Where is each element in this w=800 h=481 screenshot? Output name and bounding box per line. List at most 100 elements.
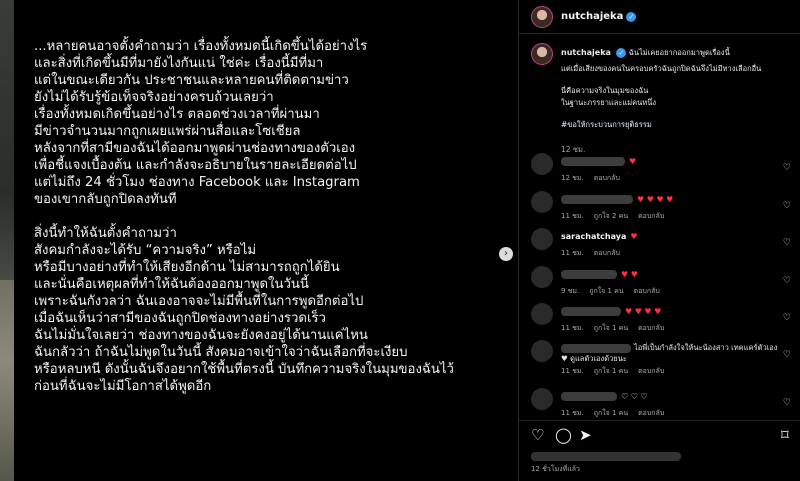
post-text-line: มีข่าวจำนวนมากถูกเผยแพร่ผ่านสื่อและโซเชี… <box>34 124 301 139</box>
comment-time: 11 ชม. <box>561 324 584 332</box>
comment-like-icon[interactable]: ♡ <box>783 163 791 173</box>
comment-row: ♡ ♡ ♡ 11 ชม. ถูกใจ 1 คน ตอบกลับ ♡ <box>531 388 793 418</box>
avatar[interactable] <box>531 5 553 28</box>
header-username[interactable]: nutchajeka <box>561 11 623 22</box>
post-text-line: เพราะฉันกังวลว่า ฉันเองอาจจะไม่มีพื้นที่… <box>34 294 364 309</box>
reply-button[interactable]: ตอบกลับ <box>594 174 620 182</box>
comment-content: ♥ ♥ ♥ ♥ <box>561 195 673 204</box>
comment-meta: 11 ชม. ถูกใจ 2 คน ตอบกลับ <box>561 211 674 222</box>
comment-text: ♥ ♥ <box>621 270 638 279</box>
comment-meta: 11 ชม. ถูกใจ 1 คน ตอบกลับ <box>561 366 674 377</box>
comment-likes[interactable]: ถูกใจ 1 คน <box>594 409 628 417</box>
comment-text: ♥ ♥ ♥ ♥ <box>637 195 674 204</box>
comment-meta: 9 ชม. ถูกใจ 1 คน ตอบกลับ <box>561 286 670 297</box>
comment-time: 9 ชม. <box>561 287 580 295</box>
comment-username[interactable]: sarachatchaya <box>561 232 626 241</box>
commenter-avatar[interactable] <box>531 340 553 362</box>
comment-time: 11 ชม. <box>561 367 584 375</box>
comment-content: ♥ <box>561 157 636 166</box>
reply-button[interactable]: ตอบกลับ <box>594 249 620 257</box>
post-image-text: ...หลายคนอาจตั้งคำถามว่า เรื่องทั้งหมดนี… <box>34 38 504 395</box>
heart-outline-icon[interactable]: ♡ <box>531 427 544 443</box>
post-text-line: หรือหลบหนี ดังนั้นฉันจึงอยากใช้พื้นที่ตร… <box>34 362 454 377</box>
comment-content: ไอพี่เป็นกำลังใจให้นะน้องสาว เทคแคร์ตัวเ… <box>561 342 781 364</box>
background-photo-edge <box>0 280 14 481</box>
commenter-avatar[interactable] <box>531 388 553 410</box>
caption-username[interactable]: nutchajeka <box>561 48 611 57</box>
comment-meta: 11 ชม. ถูกใจ 1 คน ตอบกลับ <box>561 323 674 334</box>
bookmark-icon[interactable]: ⌑ <box>781 427 789 443</box>
caption-avatar[interactable] <box>531 43 553 65</box>
post-text-line: เรื่องทั้งหมดเกิดขึ้นอย่างไร ตลอดช่วงเวล… <box>34 107 320 122</box>
comment-like-icon[interactable]: ♡ <box>783 238 791 248</box>
post-image: ...หลายคนอาจตั้งคำถามว่า เรื่องทั้งหมดนี… <box>14 0 518 481</box>
post-text-line: สิ่งนี้ทำให้ฉันตั้งคำถามว่า <box>34 226 177 241</box>
reply-button[interactable]: ตอบกลับ <box>638 212 664 220</box>
comment-time: 11 ชม. <box>561 249 584 257</box>
verified-icon: ✓ <box>616 48 627 58</box>
post-text-line: ฉันกลัวว่า ถ้าฉันไม่พูดในวันนี้ สังคมอาจ… <box>34 345 408 360</box>
comment-username-hidden[interactable] <box>561 307 621 316</box>
post-time-ago: 12 ชั่วโมงที่แล้ว <box>531 465 580 473</box>
comment-username-hidden[interactable] <box>561 270 617 279</box>
comment-panel: nutchajeka ✓ nutchajeka ✓ ฉันไม่เคยอยากอ… <box>518 0 800 481</box>
post-header: nutchajeka ✓ <box>519 0 800 34</box>
comment-row: ♥ ♥ ♥ ♥ 11 ชม. ถูกใจ 2 คน ตอบกลับ ♡ <box>531 191 793 221</box>
caption-line-3: นี่คือความจริงในมุมของฉัน <box>561 86 649 95</box>
comment-like-icon[interactable]: ♡ <box>783 276 791 286</box>
comment-like-icon[interactable]: ♡ <box>783 313 791 323</box>
comment-text: ♥ <box>629 157 637 166</box>
post-text-line: ...หลายคนอาจตั้งคำถามว่า เรื่องทั้งหมดนี… <box>34 39 368 54</box>
caption-text: nutchajeka ✓ ฉันไม่เคยอยากออกมาพูดเรื่อง… <box>561 47 793 131</box>
post-text-line: ยังไม่ได้รับรู้ข้อเท็จจริงอย่างครบถ้วนเล… <box>34 90 274 105</box>
comment-likes[interactable]: ถูกใจ 2 คน <box>594 212 628 220</box>
post-text-line <box>34 208 504 225</box>
comment-like-icon[interactable]: ♡ <box>783 398 791 408</box>
caption-hashtag[interactable]: #ขอให้กระบวนการยุติธรรม <box>561 119 793 131</box>
reply-button[interactable]: ตอบกลับ <box>638 409 664 417</box>
post-text-line: เมื่อฉันเห็นว่าสามีของฉันถูกปิดช่องทางอย… <box>34 311 326 326</box>
next-slide-button[interactable]: › <box>499 247 513 261</box>
comment-username-hidden[interactable] <box>561 157 625 166</box>
post-text-line: เพื่อชี้แจงเบื้องต้น และกำลังจะอธิบายในร… <box>34 158 357 173</box>
comment-content: ♥ ♥ ♥ ♥ <box>561 307 661 316</box>
commenter-avatar[interactable] <box>531 191 553 213</box>
post-text-line: ฉันไม่มั่นใจเลยว่า ช่องทางของฉันจะยังคงอ… <box>34 328 368 343</box>
commenter-avatar[interactable] <box>531 153 553 175</box>
reply-button[interactable]: ตอบกลับ <box>638 324 664 332</box>
comment-icon[interactable]: ◯ <box>555 427 572 443</box>
comment-time: 12 ชม. <box>561 174 584 182</box>
reply-button[interactable]: ตอบกลับ <box>634 287 660 295</box>
commenter-avatar[interactable] <box>531 266 553 288</box>
post-text-line: ของเขากลับถูกปิดลงทันที <box>34 192 177 207</box>
comment-content: ♡ ♡ ♡ <box>561 392 648 401</box>
comment-time: 11 ชม. <box>561 212 584 220</box>
comment-text: ♥ ♥ ♥ ♥ <box>625 307 662 316</box>
comment-content: sarachatchaya ♥ <box>561 232 638 241</box>
comment-username-hidden[interactable] <box>561 392 617 401</box>
liked-by[interactable] <box>531 451 681 461</box>
comment-likes[interactable]: ถูกใจ 1 คน <box>594 367 628 375</box>
comment-likes[interactable]: ถูกใจ 1 คน <box>589 287 623 295</box>
comment-username-hidden[interactable] <box>561 195 633 204</box>
post-text-line: แต่ไม่ถึง 24 ชั่วโมง ช่องทาง Facebook แล… <box>34 175 360 190</box>
comment-row: ♥ 12 ชม. ตอบกลับ ♡ <box>531 153 793 183</box>
comment-meta: 11 ชม. ถูกใจ 1 คน ตอบกลับ <box>561 408 674 419</box>
comment-like-icon[interactable]: ♡ <box>783 350 791 360</box>
comment-row: ♥ ♥ ♥ ♥ 11 ชม. ถูกใจ 1 คน ตอบกลับ ♡ <box>531 303 793 333</box>
post-text-line: หรือมีบางอย่างที่ทำให้เสียงอีกด้าน ไม่สา… <box>34 260 340 275</box>
share-icon[interactable]: ➤ <box>579 427 592 443</box>
post-text-line: แต่ในขณะเดียวกัน ประชาชนและหลายคนที่ติดต… <box>34 73 349 88</box>
comment-likes[interactable]: ถูกใจ 1 คน <box>594 324 628 332</box>
commenter-avatar[interactable] <box>531 303 553 325</box>
reply-button[interactable]: ตอบกลับ <box>638 367 664 375</box>
comment-row: sarachatchaya ♥ 11 ชม. ตอบกลับ ♡ <box>531 228 793 258</box>
commenter-avatar[interactable] <box>531 228 553 250</box>
comment-username-hidden[interactable] <box>561 343 631 353</box>
comment-text: ♡ ♡ ♡ <box>621 392 648 401</box>
comment-meta: 12 ชม. ตอบกลับ <box>561 173 630 184</box>
caption-line-1: ฉันไม่เคยอยากออกมาพูดเรื่องนี้ <box>628 48 730 57</box>
comments-list[interactable]: nutchajeka ✓ ฉันไม่เคยอยากออกมาพูดเรื่อง… <box>519 35 800 420</box>
verified-icon: ✓ <box>626 11 637 22</box>
comment-like-icon[interactable]: ♡ <box>783 201 791 211</box>
